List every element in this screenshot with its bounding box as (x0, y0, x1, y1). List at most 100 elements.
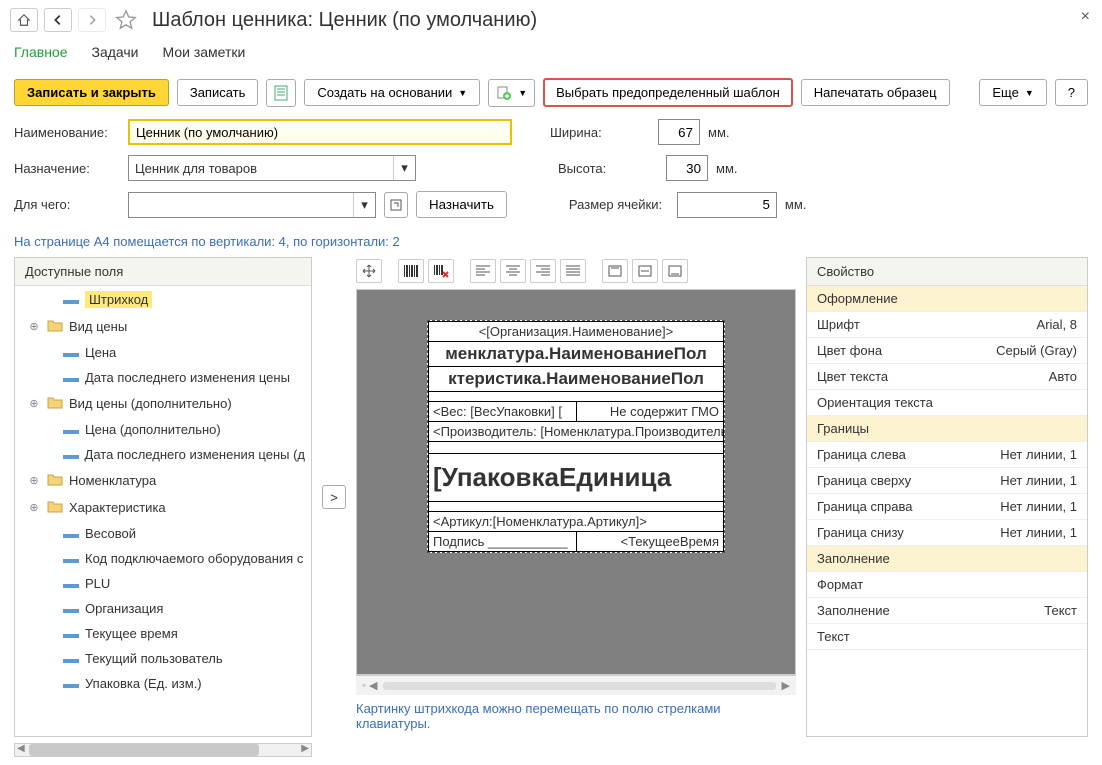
list-icon-button[interactable] (266, 79, 296, 107)
tree-item[interactable]: Весовой (15, 521, 311, 546)
tree-item[interactable]: Упаковка (Ед. изм.) (15, 671, 311, 696)
canvas-cell-gmo[interactable]: Не содержит ГМО (577, 402, 725, 422)
template-canvas-area[interactable]: <[Организация.Наименование]> менклатура.… (356, 289, 796, 675)
canvas-cell-sign[interactable]: Подпись ___________ (428, 532, 577, 552)
assign-button[interactable]: Назначить (416, 191, 507, 218)
forward-button[interactable] (78, 8, 106, 32)
property-row[interactable]: ШрифтArial, 8 (807, 312, 1087, 338)
canvas-cell-empty2[interactable] (428, 442, 724, 454)
expand-icon[interactable]: ⊕ (27, 474, 41, 487)
canvas-cell-weight[interactable]: <Вес: [ВесУпаковки] [ (428, 402, 577, 422)
favorite-star-icon[interactable] (112, 6, 140, 34)
valign-bottom-icon[interactable] (662, 259, 688, 283)
canvas-cell-nom1[interactable]: менклатура.НаименованиеПол (428, 342, 724, 367)
chevron-down-icon[interactable]: ▾ (393, 156, 415, 180)
insert-field-button[interactable]: > (322, 485, 346, 509)
save-button[interactable]: Записать (177, 79, 259, 106)
tab-main[interactable]: Главное (14, 40, 68, 64)
property-row[interactable]: Граница снизуНет линии, 1 (807, 520, 1087, 546)
property-row[interactable]: Цвет текстаАвто (807, 364, 1087, 390)
canvas-cell-maker[interactable]: <Производитель: [Номенклатура.Производит… (428, 422, 724, 442)
width-input[interactable] (658, 119, 700, 145)
property-row[interactable]: Формат (807, 572, 1087, 598)
valign-top-icon[interactable] (602, 259, 628, 283)
align-right-icon[interactable] (530, 259, 556, 283)
left-panel-scrollbar[interactable]: ◀ ▶ (14, 743, 312, 757)
field-icon (63, 626, 79, 641)
property-row[interactable]: Текст (807, 624, 1087, 650)
property-name: Формат (817, 577, 1077, 592)
tree-item-label: Дата последнего изменения цены (85, 370, 290, 385)
chevron-down-icon[interactable]: ▾ (353, 193, 375, 217)
canvas-cell-nom2[interactable]: ктеристика.НаименованиеПол (428, 367, 724, 392)
cellsize-input[interactable] (677, 192, 777, 218)
attachment-button[interactable]: ▼ (488, 79, 535, 107)
tree-item-label: PLU (85, 576, 110, 591)
tree-item[interactable]: Дата последнего изменения цены (д (15, 442, 311, 467)
tab-tasks[interactable]: Задачи (92, 40, 139, 64)
help-button[interactable]: ? (1055, 79, 1088, 106)
align-center-icon[interactable] (500, 259, 526, 283)
tree-item[interactable]: Штрихкод (15, 286, 311, 313)
tree-item[interactable]: Цена (дополнительно) (15, 417, 311, 442)
canvas-cell-empty1[interactable] (428, 392, 724, 402)
tree-item[interactable]: Код подключаемого оборудования с (15, 546, 311, 571)
canvas-cell-article[interactable]: <Артикул:[Номенклатура.Артикул]> (428, 512, 724, 532)
move-icon[interactable] (356, 259, 382, 283)
property-row[interactable]: Граница сверхуНет линии, 1 (807, 468, 1087, 494)
tree-item[interactable]: Организация (15, 596, 311, 621)
canvas-cell-empty3[interactable] (428, 502, 724, 512)
name-input[interactable] (128, 119, 512, 145)
tree-item[interactable]: Дата последнего изменения цены (15, 365, 311, 390)
purpose-select[interactable]: Ценник для товаров ▾ (128, 155, 416, 181)
expand-icon[interactable]: ⊕ (27, 320, 41, 333)
select-predefined-template-button[interactable]: Выбрать предопределенный шаблон (543, 78, 793, 107)
property-row[interactable]: Граница слеваНет линии, 1 (807, 442, 1087, 468)
for-select[interactable]: ▾ (128, 192, 376, 218)
tree-item[interactable]: Текущее время (15, 621, 311, 646)
home-button[interactable] (10, 8, 38, 32)
more-button[interactable]: Еще▼ (979, 79, 1046, 106)
tree-item[interactable]: ⊕Номенклатура (15, 467, 311, 494)
fields-tree[interactable]: Штрихкод ⊕ Вид цены Цена Дата последнего изм… (15, 286, 311, 736)
property-row[interactable]: Ориентация текста (807, 390, 1087, 416)
canvas-cell-pack[interactable]: [УпаковкаЕдиница (428, 454, 724, 502)
tree-item-label: Вид цены (69, 319, 127, 334)
available-fields-panel: Доступные поля Штрихкод⊕Вид ценыЦенаДата… (14, 257, 312, 737)
page-fit-info[interactable]: На странице А4 помещается по вертикали: … (0, 232, 1102, 257)
tree-item[interactable]: ⊕ Вид цены (15, 313, 311, 340)
canvas-cell-time[interactable]: <ТекущееВремя (577, 532, 725, 552)
tree-item-label: Весовой (85, 526, 136, 541)
tree-item[interactable]: ⊕Вид цены (дополнительно) (15, 390, 311, 417)
expand-icon[interactable]: ⊕ (27, 397, 41, 410)
properties-list[interactable]: ОформлениеШрифтArial, 8Цвет фонаСерый (G… (807, 286, 1087, 736)
height-input[interactable] (666, 155, 708, 181)
align-left-icon[interactable] (470, 259, 496, 283)
close-button[interactable]: × (1081, 8, 1090, 26)
align-justify-icon[interactable] (560, 259, 586, 283)
expand-icon[interactable]: ⊕ (27, 501, 41, 514)
barcode-icon[interactable] (398, 259, 424, 283)
save-and-close-button[interactable]: Записать и закрыть (14, 79, 169, 106)
template-canvas[interactable]: <[Организация.Наименование]> менклатура.… (427, 320, 725, 553)
canvas-scrollbar[interactable]: ◦ ◀ ▶ (356, 675, 796, 695)
property-row[interactable]: Цвет фонаСерый (Gray) (807, 338, 1087, 364)
barcode-delete-icon[interactable] (428, 259, 454, 283)
create-based-on-button[interactable]: Создать на основании▼ (304, 79, 480, 106)
property-name: Граница слева (817, 447, 1000, 462)
open-button[interactable] (384, 192, 408, 218)
property-name: Ориентация текста (817, 395, 1077, 410)
property-row[interactable]: ЗаполнениеТекст (807, 598, 1087, 624)
tree-item[interactable]: Цена (15, 340, 311, 365)
valign-middle-icon[interactable] (632, 259, 658, 283)
tree-item[interactable]: ⊕ Характеристика (15, 494, 311, 521)
tree-item[interactable]: Текущий пользователь (15, 646, 311, 671)
canvas-cell-org[interactable]: <[Организация.Наименование]> (428, 321, 724, 342)
tree-item-label: Характеристика (69, 500, 166, 515)
tree-item[interactable]: PLU (15, 571, 311, 596)
for-label: Для чего: (14, 197, 120, 212)
tab-notes[interactable]: Мои заметки (163, 40, 246, 64)
property-row[interactable]: Граница справаНет линии, 1 (807, 494, 1087, 520)
print-sample-button[interactable]: Напечатать образец (801, 79, 950, 106)
back-button[interactable] (44, 8, 72, 32)
